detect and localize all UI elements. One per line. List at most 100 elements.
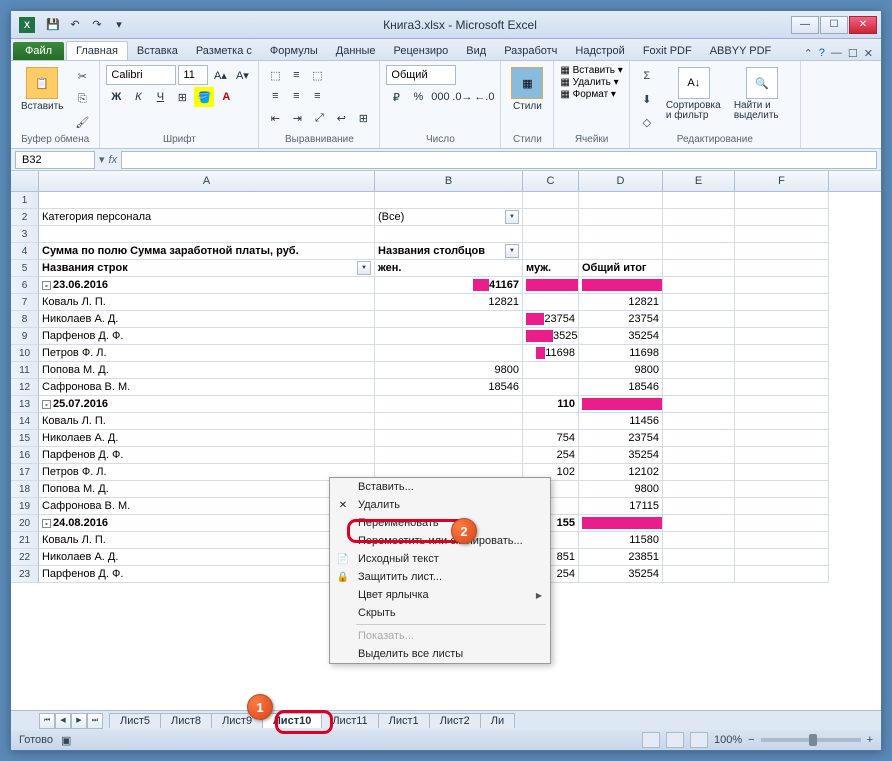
paste-button[interactable]: 📋 Вставить bbox=[17, 65, 67, 114]
cell[interactable] bbox=[39, 192, 375, 209]
merge-icon[interactable]: ⊞ bbox=[353, 108, 373, 128]
minimize-button[interactable]: — bbox=[791, 16, 819, 34]
cell[interactable]: Николаев А. Д. bbox=[39, 549, 375, 566]
cell[interactable] bbox=[375, 396, 523, 413]
col-header-a[interactable]: A bbox=[39, 171, 375, 191]
cell[interactable] bbox=[375, 192, 523, 209]
sheet-tab[interactable]: Ли bbox=[480, 713, 515, 728]
collapse-icon[interactable]: - bbox=[42, 519, 51, 528]
cell[interactable] bbox=[663, 566, 735, 583]
row-header[interactable]: 10 bbox=[11, 345, 39, 362]
bold-button[interactable]: Ж bbox=[106, 87, 126, 107]
menu-item-вставить-[interactable]: Вставить... bbox=[330, 478, 550, 496]
sheet-nav-first-icon[interactable]: ⏮ bbox=[39, 713, 55, 729]
row-header[interactable]: 22 bbox=[11, 549, 39, 566]
cell[interactable]: Коваль Л. П. bbox=[39, 294, 375, 311]
pagebreak-view-icon[interactable] bbox=[690, 732, 708, 748]
cell[interactable]: -23.06.2016 bbox=[39, 277, 375, 294]
cell[interactable]: 9800 bbox=[579, 362, 663, 379]
row-header[interactable]: 20 bbox=[11, 515, 39, 532]
clear-icon[interactable]: ◇ bbox=[636, 111, 658, 133]
cell[interactable] bbox=[735, 362, 829, 379]
cell[interactable]: 18546 bbox=[375, 379, 523, 396]
cell[interactable] bbox=[579, 243, 663, 260]
cell[interactable] bbox=[663, 328, 735, 345]
cell[interactable]: 23754 bbox=[579, 430, 663, 447]
cell[interactable]: Коваль Л. П. bbox=[39, 413, 375, 430]
cell[interactable]: 109481 bbox=[579, 396, 663, 413]
filter-dropdown-icon[interactable]: ▼ bbox=[357, 261, 371, 275]
sort-filter-button[interactable]: A↓ Сортировка и фильтр bbox=[662, 65, 726, 123]
sheet-tab[interactable]: Лист2 bbox=[429, 713, 481, 728]
cell[interactable]: 35254 bbox=[579, 447, 663, 464]
cell[interactable]: Парфенов Д. Ф. bbox=[39, 328, 375, 345]
select-all-corner[interactable] bbox=[11, 171, 39, 191]
comma-icon[interactable]: 000 bbox=[430, 87, 450, 107]
zoom-out-icon[interactable]: − bbox=[748, 734, 754, 746]
cell[interactable]: 11580 bbox=[579, 532, 663, 549]
menu-item-удалить[interactable]: ✕Удалить bbox=[330, 496, 550, 514]
cell[interactable] bbox=[663, 311, 735, 328]
cell[interactable] bbox=[735, 311, 829, 328]
macro-icon[interactable]: ▣ bbox=[61, 734, 71, 747]
font-size-select[interactable] bbox=[178, 65, 208, 85]
cell[interactable]: Попова М. Д. bbox=[39, 362, 375, 379]
italic-button[interactable]: К bbox=[128, 87, 148, 107]
doc-close-icon[interactable]: ✕ bbox=[864, 47, 873, 60]
wrap-text-icon[interactable]: ↩ bbox=[331, 108, 351, 128]
font-name-select[interactable] bbox=[106, 65, 176, 85]
cell[interactable] bbox=[663, 362, 735, 379]
undo-icon[interactable]: ↶ bbox=[65, 15, 85, 35]
col-header-c[interactable]: C bbox=[523, 171, 579, 191]
cell[interactable]: 12821 bbox=[375, 294, 523, 311]
tab-view[interactable]: Вид bbox=[457, 42, 495, 60]
row-header[interactable]: 15 bbox=[11, 430, 39, 447]
cell[interactable]: Петров Ф. Л. bbox=[39, 345, 375, 362]
cell[interactable] bbox=[523, 209, 579, 226]
col-header-b[interactable]: B bbox=[375, 171, 523, 191]
cell[interactable]: 110 bbox=[523, 396, 579, 413]
fx-icon[interactable]: fx bbox=[109, 154, 118, 166]
cell[interactable] bbox=[523, 362, 579, 379]
number-format-select[interactable] bbox=[386, 65, 456, 85]
cell[interactable] bbox=[735, 515, 829, 532]
cell[interactable] bbox=[663, 515, 735, 532]
cell[interactable] bbox=[663, 192, 735, 209]
row-header[interactable]: 23 bbox=[11, 566, 39, 583]
increase-font-icon[interactable]: A▴ bbox=[210, 65, 230, 85]
cell[interactable] bbox=[735, 226, 829, 243]
cell[interactable] bbox=[735, 396, 829, 413]
cell[interactable] bbox=[663, 464, 735, 481]
format-painter-icon[interactable]: 🖌 bbox=[71, 111, 93, 133]
row-header[interactable]: 4 bbox=[11, 243, 39, 260]
menu-item-выделить-все-листы[interactable]: Выделить все листы bbox=[330, 645, 550, 663]
tab-layout[interactable]: Разметка с bbox=[187, 42, 261, 60]
cell[interactable] bbox=[375, 226, 523, 243]
cell[interactable] bbox=[735, 294, 829, 311]
cell[interactable] bbox=[735, 430, 829, 447]
cell[interactable] bbox=[735, 192, 829, 209]
cell[interactable] bbox=[663, 498, 735, 515]
cell[interactable] bbox=[663, 345, 735, 362]
cell[interactable]: Парфенов Д. Ф. bbox=[39, 566, 375, 583]
cell[interactable] bbox=[735, 498, 829, 515]
row-header[interactable]: 14 bbox=[11, 413, 39, 430]
cell[interactable]: Категория персонала bbox=[39, 209, 375, 226]
tab-data[interactable]: Данные bbox=[327, 42, 385, 60]
cell[interactable] bbox=[375, 413, 523, 430]
name-box[interactable] bbox=[15, 151, 95, 169]
zoom-in-icon[interactable]: + bbox=[867, 734, 873, 746]
cell[interactable]: -24.08.2016 bbox=[39, 515, 375, 532]
name-box-dropdown-icon[interactable]: ▾ bbox=[99, 153, 105, 166]
cell[interactable] bbox=[663, 481, 735, 498]
zoom-level[interactable]: 100% bbox=[714, 734, 742, 746]
row-header[interactable]: 11 bbox=[11, 362, 39, 379]
decrease-indent-icon[interactable]: ⇤ bbox=[265, 108, 285, 128]
cell[interactable] bbox=[579, 226, 663, 243]
cell[interactable]: 109970 bbox=[579, 515, 663, 532]
filter-dropdown-icon[interactable]: ▼ bbox=[505, 244, 519, 258]
cell[interactable] bbox=[663, 209, 735, 226]
cell[interactable] bbox=[375, 447, 523, 464]
row-header[interactable]: 19 bbox=[11, 498, 39, 515]
percent-icon[interactable]: % bbox=[408, 87, 428, 107]
